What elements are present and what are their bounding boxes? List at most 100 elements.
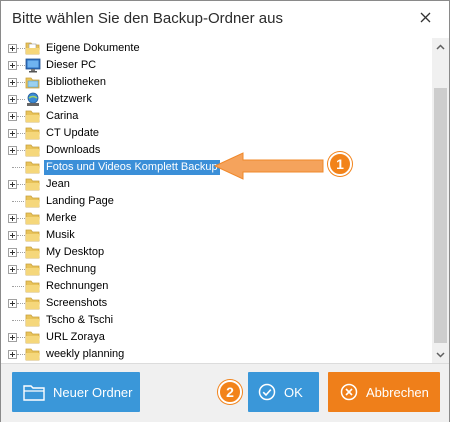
tree-item-label[interactable]: Eigene Dokumente bbox=[44, 41, 142, 56]
tree-connector bbox=[17, 269, 25, 270]
computer-icon bbox=[25, 58, 41, 73]
folder-icon bbox=[25, 262, 41, 277]
tree-item-label[interactable]: CT Update bbox=[44, 126, 101, 141]
tree-connector bbox=[17, 65, 25, 66]
tree-item[interactable]: Landing Page bbox=[6, 193, 426, 210]
tree-item[interactable]: My Desktop bbox=[6, 244, 426, 261]
tree-item-label[interactable]: Dieser PC bbox=[44, 58, 98, 73]
tree-item[interactable]: Screenshots bbox=[6, 295, 426, 312]
ok-button[interactable]: OK bbox=[248, 372, 319, 412]
cancel-button[interactable]: Abbrechen bbox=[328, 372, 440, 412]
tree-item[interactable]: weekly planning bbox=[6, 346, 426, 363]
expand-plus-icon[interactable] bbox=[8, 231, 17, 240]
tree-connector bbox=[17, 48, 25, 49]
chevron-up-icon bbox=[436, 43, 445, 50]
network-icon bbox=[25, 92, 41, 107]
close-icon bbox=[420, 12, 430, 22]
folder-icon bbox=[25, 211, 41, 226]
scroll-down-button[interactable] bbox=[432, 346, 449, 363]
folder-icon bbox=[25, 245, 41, 260]
tree-connector bbox=[17, 99, 25, 100]
tree-item-label[interactable]: Musik bbox=[44, 228, 77, 243]
expand-plus-icon[interactable] bbox=[8, 146, 17, 155]
folder-tree[interactable]: Eigene Dokumente Dieser PC Bibliotheken Net… bbox=[6, 38, 432, 363]
vertical-scrollbar[interactable] bbox=[432, 38, 449, 363]
cancel-label: Abbrechen bbox=[366, 384, 429, 400]
expand-plus-icon[interactable] bbox=[8, 78, 17, 87]
callout-arrow-icon bbox=[213, 152, 324, 180]
close-circle-icon bbox=[340, 383, 358, 401]
folder-icon bbox=[25, 228, 41, 243]
expand-plus-icon[interactable] bbox=[8, 129, 17, 138]
tree-connector bbox=[12, 201, 24, 202]
tree-item[interactable]: Musik bbox=[6, 227, 426, 244]
tree-connector bbox=[17, 82, 25, 83]
tree-item-label[interactable]: Carina bbox=[44, 109, 80, 124]
tree-item[interactable]: Carina bbox=[6, 108, 426, 125]
folder-picker-dialog: Bitte wählen Sie den Backup-Ordner aus E… bbox=[0, 0, 450, 422]
new-folder-button[interactable]: Neuer Ordner bbox=[12, 372, 140, 412]
folder-icon bbox=[25, 160, 41, 175]
tree-connector bbox=[17, 337, 25, 338]
tree-item-label[interactable]: Landing Page bbox=[44, 194, 116, 209]
tree-item-label[interactable]: Fotos und Videos Komplett Backup bbox=[44, 160, 220, 175]
new-folder-label: Neuer Ordner bbox=[53, 384, 133, 400]
tree-item-label[interactable]: Tscho & Tschi bbox=[44, 313, 115, 328]
expand-plus-icon[interactable] bbox=[8, 180, 17, 189]
expand-plus-icon[interactable] bbox=[8, 350, 17, 359]
tree-item[interactable]: Tscho & Tschi bbox=[6, 312, 426, 329]
tree-item-label[interactable]: Screenshots bbox=[44, 296, 109, 311]
folder-icon bbox=[25, 126, 41, 141]
tree-item[interactable]: Netzwerk bbox=[6, 91, 426, 108]
chevron-down-icon bbox=[436, 351, 445, 358]
tree-connector bbox=[17, 252, 25, 253]
tree-item[interactable]: Rechnungen bbox=[6, 278, 426, 295]
libraries-icon bbox=[25, 75, 41, 90]
tree-item-label[interactable]: Merke bbox=[44, 211, 79, 226]
folder-icon bbox=[25, 177, 41, 192]
expand-plus-icon[interactable] bbox=[8, 95, 17, 104]
scroll-up-button[interactable] bbox=[432, 38, 449, 55]
title-bar: Bitte wählen Sie den Backup-Ordner aus bbox=[1, 1, 449, 37]
tree-connector bbox=[17, 354, 25, 355]
tree-item-label[interactable]: Netzwerk bbox=[44, 92, 94, 107]
tree-item[interactable]: Bibliotheken bbox=[6, 74, 426, 91]
tree-item[interactable]: Dieser PC bbox=[6, 57, 426, 74]
expand-plus-icon[interactable] bbox=[8, 299, 17, 308]
tree-item[interactable]: URL Zoraya bbox=[6, 329, 426, 346]
tree-connector bbox=[17, 184, 25, 185]
tree-item-label[interactable]: URL Zoraya bbox=[44, 330, 107, 345]
folder-icon bbox=[25, 347, 41, 362]
check-circle-icon bbox=[258, 383, 276, 401]
expand-plus-icon[interactable] bbox=[8, 214, 17, 223]
folder-icon bbox=[23, 383, 45, 401]
tree-connector bbox=[12, 320, 24, 321]
folder-icon bbox=[25, 313, 41, 328]
tree-item-label[interactable]: My Desktop bbox=[44, 245, 106, 260]
folder-icon bbox=[25, 296, 41, 311]
tree-item-label[interactable]: Rechnungen bbox=[44, 279, 110, 294]
expand-plus-icon[interactable] bbox=[8, 112, 17, 121]
tree-item[interactable]: CT Update bbox=[6, 125, 426, 142]
tree-item[interactable]: Eigene Dokumente bbox=[6, 40, 426, 57]
tree-item[interactable]: Merke bbox=[6, 210, 426, 227]
tree-item-label[interactable]: Rechnung bbox=[44, 262, 98, 277]
tree-item-label[interactable]: Jean bbox=[44, 177, 72, 192]
expand-plus-icon[interactable] bbox=[8, 44, 17, 53]
tree-connector bbox=[17, 116, 25, 117]
tree-item[interactable]: Rechnung bbox=[6, 261, 426, 278]
folder-icon bbox=[25, 194, 41, 209]
tree-item-label[interactable]: Bibliotheken bbox=[44, 75, 108, 90]
expand-plus-icon[interactable] bbox=[8, 265, 17, 274]
tree-item-label[interactable]: weekly planning bbox=[44, 347, 126, 362]
expand-plus-icon[interactable] bbox=[8, 248, 17, 257]
expand-plus-icon[interactable] bbox=[8, 61, 17, 70]
close-button[interactable] bbox=[405, 5, 445, 29]
folder-icon bbox=[25, 279, 41, 294]
expand-plus-icon[interactable] bbox=[8, 333, 17, 342]
scrollbar-thumb[interactable] bbox=[434, 88, 447, 343]
step-badge-2: 2 bbox=[218, 380, 242, 404]
folder-icon bbox=[25, 109, 41, 124]
tree-connector bbox=[12, 167, 24, 168]
tree-item-label[interactable]: Downloads bbox=[44, 143, 102, 158]
